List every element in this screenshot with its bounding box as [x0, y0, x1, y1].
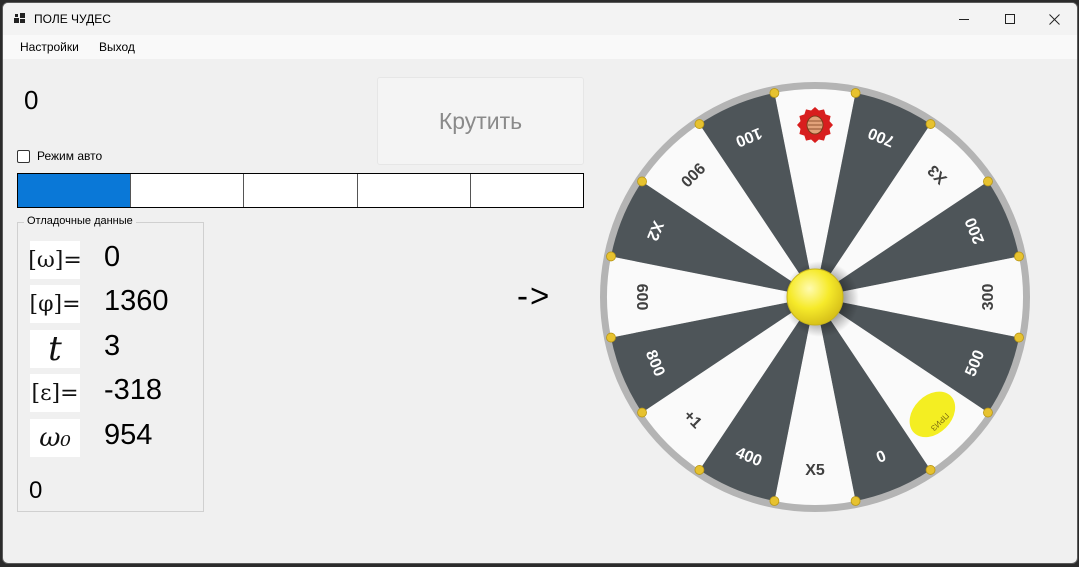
- checkbox-box[interactable]: [17, 149, 30, 163]
- wheel-hub: [786, 268, 844, 326]
- menu-exit[interactable]: Выход: [99, 40, 135, 54]
- pointer-arrow: ->: [517, 277, 552, 314]
- sector-label: 600: [633, 284, 650, 311]
- maximize-button[interactable]: [987, 3, 1033, 35]
- wheel-peg: [983, 176, 993, 187]
- app-icon: [14, 13, 25, 23]
- wheel-peg: [925, 465, 936, 475]
- spin-button[interactable]: Крутить: [377, 77, 584, 165]
- title-bar: ПОЛЕ ЧУДЕС: [3, 3, 1077, 35]
- debug-group: Отладочные данные [ω]= 0 [φ]= 1360 t 3 […: [17, 215, 204, 512]
- score-label: 0: [24, 85, 39, 115]
- epsilon-value: -318: [104, 374, 163, 406]
- app-window: ПОЛЕ ЧУДЕС Настройки Выход 0 Крутить Реж…: [2, 2, 1078, 564]
- omega-symbol: [ω]=: [28, 241, 82, 279]
- wheel-peg: [606, 251, 616, 262]
- auto-mode-label: Режим авто: [37, 149, 103, 163]
- wheel-peg: [983, 407, 993, 418]
- wheel-peg: [769, 496, 780, 506]
- time-value: 3: [104, 330, 121, 362]
- wheel-peg: [769, 88, 780, 98]
- auto-mode-checkbox[interactable]: Режим авто: [17, 149, 102, 163]
- debug-title: Отладочные данные: [24, 215, 136, 227]
- wheel-peg: [637, 407, 647, 418]
- minimize-button[interactable]: [941, 3, 987, 35]
- time-symbol: t: [30, 329, 80, 369]
- sector-label: 300: [980, 284, 997, 311]
- wheel-peg: [1014, 251, 1024, 262]
- menu-bar: Настройки Выход: [3, 35, 1077, 59]
- progress-segment: [471, 174, 583, 207]
- minimize-icon: [958, 18, 969, 20]
- progress-segment: [358, 174, 471, 207]
- wheel-peg: [1014, 332, 1024, 343]
- wheel-peg: [850, 496, 861, 506]
- close-button[interactable]: [1031, 3, 1077, 35]
- phi-symbol: [φ]=: [30, 285, 81, 323]
- wheel-peg: [606, 332, 616, 343]
- counter-label: 0: [29, 477, 43, 504]
- omega-value: 0: [104, 241, 121, 273]
- phi-value: 1360: [104, 285, 169, 317]
- maximize-icon: [1004, 13, 1015, 24]
- omega0-value: 954: [104, 419, 153, 451]
- progress-bar: [17, 173, 584, 208]
- fortune-wheel[interactable]: 700X3200300500ПРИЗ0X5400+1800600X2900100: [595, 77, 1035, 517]
- wheel-peg: [850, 88, 861, 98]
- progress-segment: [244, 174, 358, 207]
- wheel-peg: [694, 465, 705, 475]
- epsilon-symbol: [ε]=: [30, 374, 80, 412]
- progress-segment: [18, 174, 132, 207]
- sector-label: X5: [805, 462, 825, 479]
- window-title: ПОЛЕ ЧУДЕС: [34, 12, 111, 26]
- menu-settings[interactable]: Настройки: [20, 40, 79, 54]
- wheel-peg: [694, 119, 705, 129]
- progress-segment: [131, 174, 245, 207]
- close-icon: [1048, 13, 1060, 25]
- wheel-peg: [637, 176, 647, 187]
- omega0-symbol: ω₀: [30, 419, 80, 457]
- wheel-peg: [925, 119, 936, 129]
